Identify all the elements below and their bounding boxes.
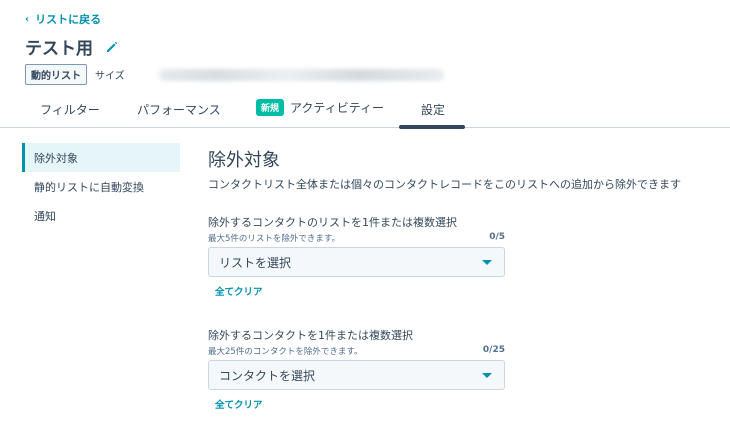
tab-activity[interactable]: 新規 アクティビティー bbox=[256, 99, 384, 116]
tab-filters[interactable]: フィルター bbox=[40, 101, 100, 118]
list-select-dropdown[interactable]: リストを選択 bbox=[208, 247, 505, 277]
contact-field-help: 最大25件のコンタクトを除外できます。 bbox=[208, 347, 363, 357]
tab-performance[interactable]: パフォーマンス bbox=[137, 101, 221, 118]
contact-field-label: 除外するコンタクトを1件または複数選択 bbox=[208, 329, 413, 342]
clear-all-lists-link[interactable]: 全てクリア bbox=[215, 284, 263, 298]
active-tab-indicator bbox=[399, 125, 465, 129]
list-meta: 動的リスト サイズ bbox=[25, 64, 444, 85]
contact-select-dropdown[interactable]: コンタクトを選択 bbox=[208, 360, 505, 390]
clear-all-contacts-link[interactable]: 全てクリア bbox=[215, 397, 263, 411]
sidebar-item-convert-static[interactable]: 静的リストに自動変換 bbox=[22, 172, 180, 201]
section-title: 除外対象 bbox=[208, 150, 280, 171]
page-title: テスト用 bbox=[25, 39, 93, 59]
settings-sidebar: 除外対象 静的リストに自動変換 通知 bbox=[22, 143, 180, 230]
caret-down-icon bbox=[482, 259, 492, 265]
pencil-icon[interactable] bbox=[105, 40, 119, 54]
sidebar-item-notifications[interactable]: 通知 bbox=[22, 201, 180, 230]
caret-down-icon bbox=[482, 372, 492, 378]
contact-field-count: 0/25 bbox=[482, 345, 505, 355]
new-badge: 新規 bbox=[256, 99, 285, 116]
tab-settings[interactable]: 設定 bbox=[421, 101, 445, 118]
list-field-help: 最大5件のリストを除外できます。 bbox=[208, 234, 341, 244]
tab-label: アクティビティー bbox=[290, 101, 384, 115]
chevron-left-icon: ‹ bbox=[25, 13, 30, 25]
back-to-lists-link[interactable]: ‹ リストに戻る bbox=[25, 11, 101, 27]
sidebar-item-exclusions[interactable]: 除外対象 bbox=[22, 143, 180, 172]
sidebar-item-label: 除外対象 bbox=[34, 151, 78, 165]
back-link-label: リストに戻る bbox=[35, 13, 102, 26]
list-field-count: 0/5 bbox=[489, 232, 505, 242]
size-label: サイズ bbox=[95, 71, 125, 82]
section-description: コンタクトリスト全体または個々のコンタクトレコードをこのリストへの追加から除外で… bbox=[208, 178, 681, 191]
tab-label: パフォーマンス bbox=[137, 103, 221, 117]
list-field-label: 除外するコンタクトのリストを1件または複数選択 bbox=[208, 216, 457, 229]
dropdown-placeholder: リストを選択 bbox=[219, 255, 292, 270]
sidebar-item-label: 静的リストに自動変換 bbox=[34, 180, 144, 194]
tab-label: 設定 bbox=[421, 103, 446, 117]
dropdown-placeholder: コンタクトを選択 bbox=[219, 368, 316, 383]
redacted-size-value bbox=[158, 68, 444, 81]
tab-bar: フィルター パフォーマンス 新規 アクティビティー 設定 bbox=[0, 95, 730, 128]
sidebar-item-label: 通知 bbox=[34, 209, 56, 223]
list-type-badge: 動的リスト bbox=[25, 64, 87, 85]
tab-label: フィルター bbox=[40, 103, 100, 117]
title-row: テスト用 bbox=[25, 34, 119, 59]
